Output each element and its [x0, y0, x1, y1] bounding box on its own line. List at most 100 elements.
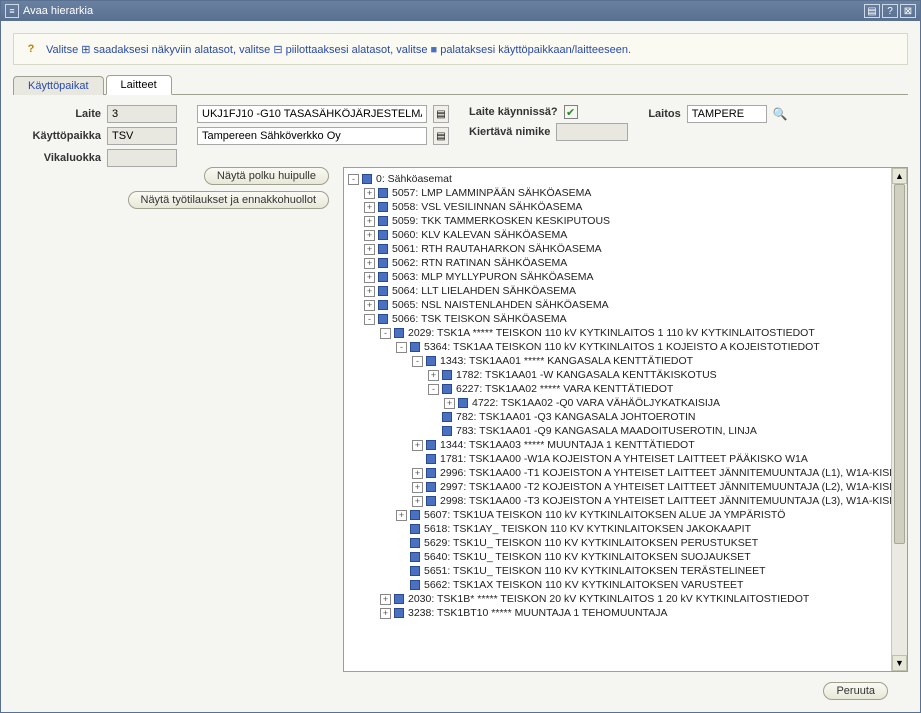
- laite-detail-icon[interactable]: ▤: [433, 105, 449, 123]
- kp-detail-icon[interactable]: ▤: [433, 127, 449, 145]
- collapse-icon[interactable]: -: [412, 356, 423, 367]
- node-icon[interactable]: [410, 342, 420, 352]
- expand-icon[interactable]: +: [364, 230, 375, 241]
- tree-node[interactable]: 5629: TSK1U_ TEISKON 110 KV KYTKINLAITOK…: [344, 536, 908, 550]
- node-icon[interactable]: [410, 552, 420, 562]
- tree-node[interactable]: -2029: TSK1A ***** TEISKON 110 kV KYTKIN…: [344, 326, 908, 340]
- vika-input[interactable]: [107, 149, 177, 167]
- laite-desc-input[interactable]: [197, 105, 427, 123]
- laite-input[interactable]: [107, 105, 177, 123]
- tree-node[interactable]: 783: TSK1AA01 -Q9 KANGASALA MAADOITUSERO…: [344, 424, 908, 438]
- node-icon[interactable]: [378, 272, 388, 282]
- expand-icon[interactable]: +: [428, 370, 439, 381]
- node-icon[interactable]: [426, 440, 436, 450]
- tree-node[interactable]: +2998: TSK1AA00 -T3 KOJEISTON A YHTEISET…: [344, 494, 908, 508]
- node-icon[interactable]: [378, 230, 388, 240]
- tree-node[interactable]: -1343: TSK1AA01 ***** KANGASALA KENTTÄTI…: [344, 354, 908, 368]
- collapse-icon[interactable]: -: [380, 328, 391, 339]
- laitos-input[interactable]: [687, 105, 767, 123]
- expand-icon[interactable]: +: [396, 510, 407, 521]
- node-icon[interactable]: [378, 258, 388, 268]
- tree-node[interactable]: +5607: TSK1UA TEISKON 110 kV KYTKINLAITO…: [344, 508, 908, 522]
- node-icon[interactable]: [378, 244, 388, 254]
- tree-node[interactable]: +5060: KLV KALEVAN SÄHKÖASEMA: [344, 228, 908, 242]
- scroll-up-icon[interactable]: ▲: [892, 168, 907, 184]
- laitos-search-icon[interactable]: 🔍: [773, 107, 788, 121]
- tab-equipment[interactable]: Laitteet: [106, 75, 172, 95]
- expand-icon[interactable]: +: [444, 398, 455, 409]
- tree-node[interactable]: +2997: TSK1AA00 -T2 KOJEISTON A YHTEISET…: [344, 480, 908, 494]
- node-icon[interactable]: [426, 482, 436, 492]
- tree-node[interactable]: +5059: TKK TAMMERKOSKEN KESKIPUTOUS: [344, 214, 908, 228]
- node-icon[interactable]: [410, 524, 420, 534]
- node-icon[interactable]: [442, 384, 452, 394]
- node-icon[interactable]: [410, 566, 420, 576]
- node-icon[interactable]: [394, 328, 404, 338]
- node-icon[interactable]: [378, 188, 388, 198]
- scroll-down-icon[interactable]: ▼: [892, 655, 907, 671]
- node-icon[interactable]: [426, 356, 436, 366]
- show-workorders-button[interactable]: Näytä työtilaukset ja ennakkohuollot: [128, 191, 330, 209]
- window-menu-icon[interactable]: ▤: [864, 4, 880, 18]
- expand-icon[interactable]: +: [380, 608, 391, 619]
- node-icon[interactable]: [458, 398, 468, 408]
- expand-icon[interactable]: +: [412, 440, 423, 451]
- scroll-thumb[interactable]: [894, 184, 905, 544]
- expand-icon[interactable]: +: [412, 496, 423, 507]
- node-icon[interactable]: [410, 580, 420, 590]
- tree-node[interactable]: +5064: LLT LIELAHDEN SÄHKÖASEMA: [344, 284, 908, 298]
- tree-node[interactable]: -6227: TSK1AA02 ***** VARA KENTTÄTIEDOT: [344, 382, 908, 396]
- tree-node[interactable]: 5618: TSK1AY_ TEISKON 110 KV KYTKINLAITO…: [344, 522, 908, 536]
- kaynnissa-checkbox[interactable]: ✔: [564, 105, 578, 119]
- node-icon[interactable]: [394, 608, 404, 618]
- window-help-icon[interactable]: ?: [882, 4, 898, 18]
- node-icon[interactable]: [394, 594, 404, 604]
- node-icon[interactable]: [362, 174, 372, 184]
- tree-node[interactable]: +3238: TSK1BT10 ***** MUUNTAJA 1 TEHOMUU…: [344, 606, 908, 620]
- node-icon[interactable]: [410, 510, 420, 520]
- tree-node[interactable]: 5640: TSK1U_ TEISKON 110 KV KYTKINLAITOK…: [344, 550, 908, 564]
- tree-node[interactable]: +5057: LMP LAMMINPÄÄN SÄHKÖASEMA: [344, 186, 908, 200]
- node-icon[interactable]: [378, 286, 388, 296]
- node-icon[interactable]: [378, 300, 388, 310]
- expand-icon[interactable]: +: [364, 202, 375, 213]
- tree-node[interactable]: 782: TSK1AA01 -Q3 KANGASALA JOHTOEROTIN: [344, 410, 908, 424]
- expand-icon[interactable]: +: [364, 272, 375, 283]
- tree-node[interactable]: +1782: TSK1AA01 -W KANGASALA KENTTÄKISKO…: [344, 368, 908, 382]
- kp-input[interactable]: [107, 127, 177, 145]
- node-icon[interactable]: [442, 370, 452, 380]
- tree-node[interactable]: -5364: TSK1AA TEISKON 110 kV KYTKINLAITO…: [344, 340, 908, 354]
- tree-node[interactable]: +5062: RTN RATINAN SÄHKÖASEMA: [344, 256, 908, 270]
- node-icon[interactable]: [378, 216, 388, 226]
- collapse-icon[interactable]: -: [364, 314, 375, 325]
- collapse-icon[interactable]: -: [396, 342, 407, 353]
- node-icon[interactable]: [378, 314, 388, 324]
- expand-icon[interactable]: +: [364, 244, 375, 255]
- tree-scrollbar[interactable]: ▲ ▼: [891, 168, 907, 671]
- window-close-icon[interactable]: ⊠: [900, 4, 916, 18]
- tree-node[interactable]: 1781: TSK1AA00 -W1A KOJEISTON A YHTEISET…: [344, 452, 908, 466]
- expand-icon[interactable]: +: [380, 594, 391, 605]
- expand-icon[interactable]: +: [412, 482, 423, 493]
- kp-desc-input[interactable]: [197, 127, 427, 145]
- tree-node[interactable]: +2030: TSK1B* ***** TEISKON 20 kV KYTKIN…: [344, 592, 908, 606]
- expand-icon[interactable]: +: [364, 188, 375, 199]
- expand-icon[interactable]: +: [364, 258, 375, 269]
- node-icon[interactable]: [426, 468, 436, 478]
- tree-node[interactable]: +5061: RTH RAUTAHARKON SÄHKÖASEMA: [344, 242, 908, 256]
- expand-icon[interactable]: +: [364, 286, 375, 297]
- tree-panel[interactable]: -0: Sähköasemat+5057: LMP LAMMINPÄÄN SÄH…: [343, 167, 908, 672]
- collapse-icon[interactable]: -: [348, 174, 359, 185]
- tree-node[interactable]: -5066: TSK TEISKON SÄHKÖASEMA: [344, 312, 908, 326]
- tab-locations[interactable]: Käyttöpaikat: [13, 76, 104, 95]
- show-path-button[interactable]: Näytä polku huipulle: [204, 167, 329, 185]
- tree-node[interactable]: +2996: TSK1AA00 -T1 KOJEISTON A YHTEISET…: [344, 466, 908, 480]
- cancel-button[interactable]: Peruuta: [823, 682, 888, 700]
- tree-node[interactable]: +1344: TSK1AA03 ***** MUUNTAJA 1 KENTTÄT…: [344, 438, 908, 452]
- node-icon[interactable]: [378, 202, 388, 212]
- tree-node[interactable]: +5063: MLP MYLLYPURON SÄHKÖASEMA: [344, 270, 908, 284]
- tree-node[interactable]: +5065: NSL NAISTENLAHDEN SÄHKÖASEMA: [344, 298, 908, 312]
- expand-icon[interactable]: +: [412, 468, 423, 479]
- tree-node[interactable]: 5651: TSK1U_ TEISKON 110 KV KYTKINLAITOK…: [344, 564, 908, 578]
- expand-icon[interactable]: +: [364, 300, 375, 311]
